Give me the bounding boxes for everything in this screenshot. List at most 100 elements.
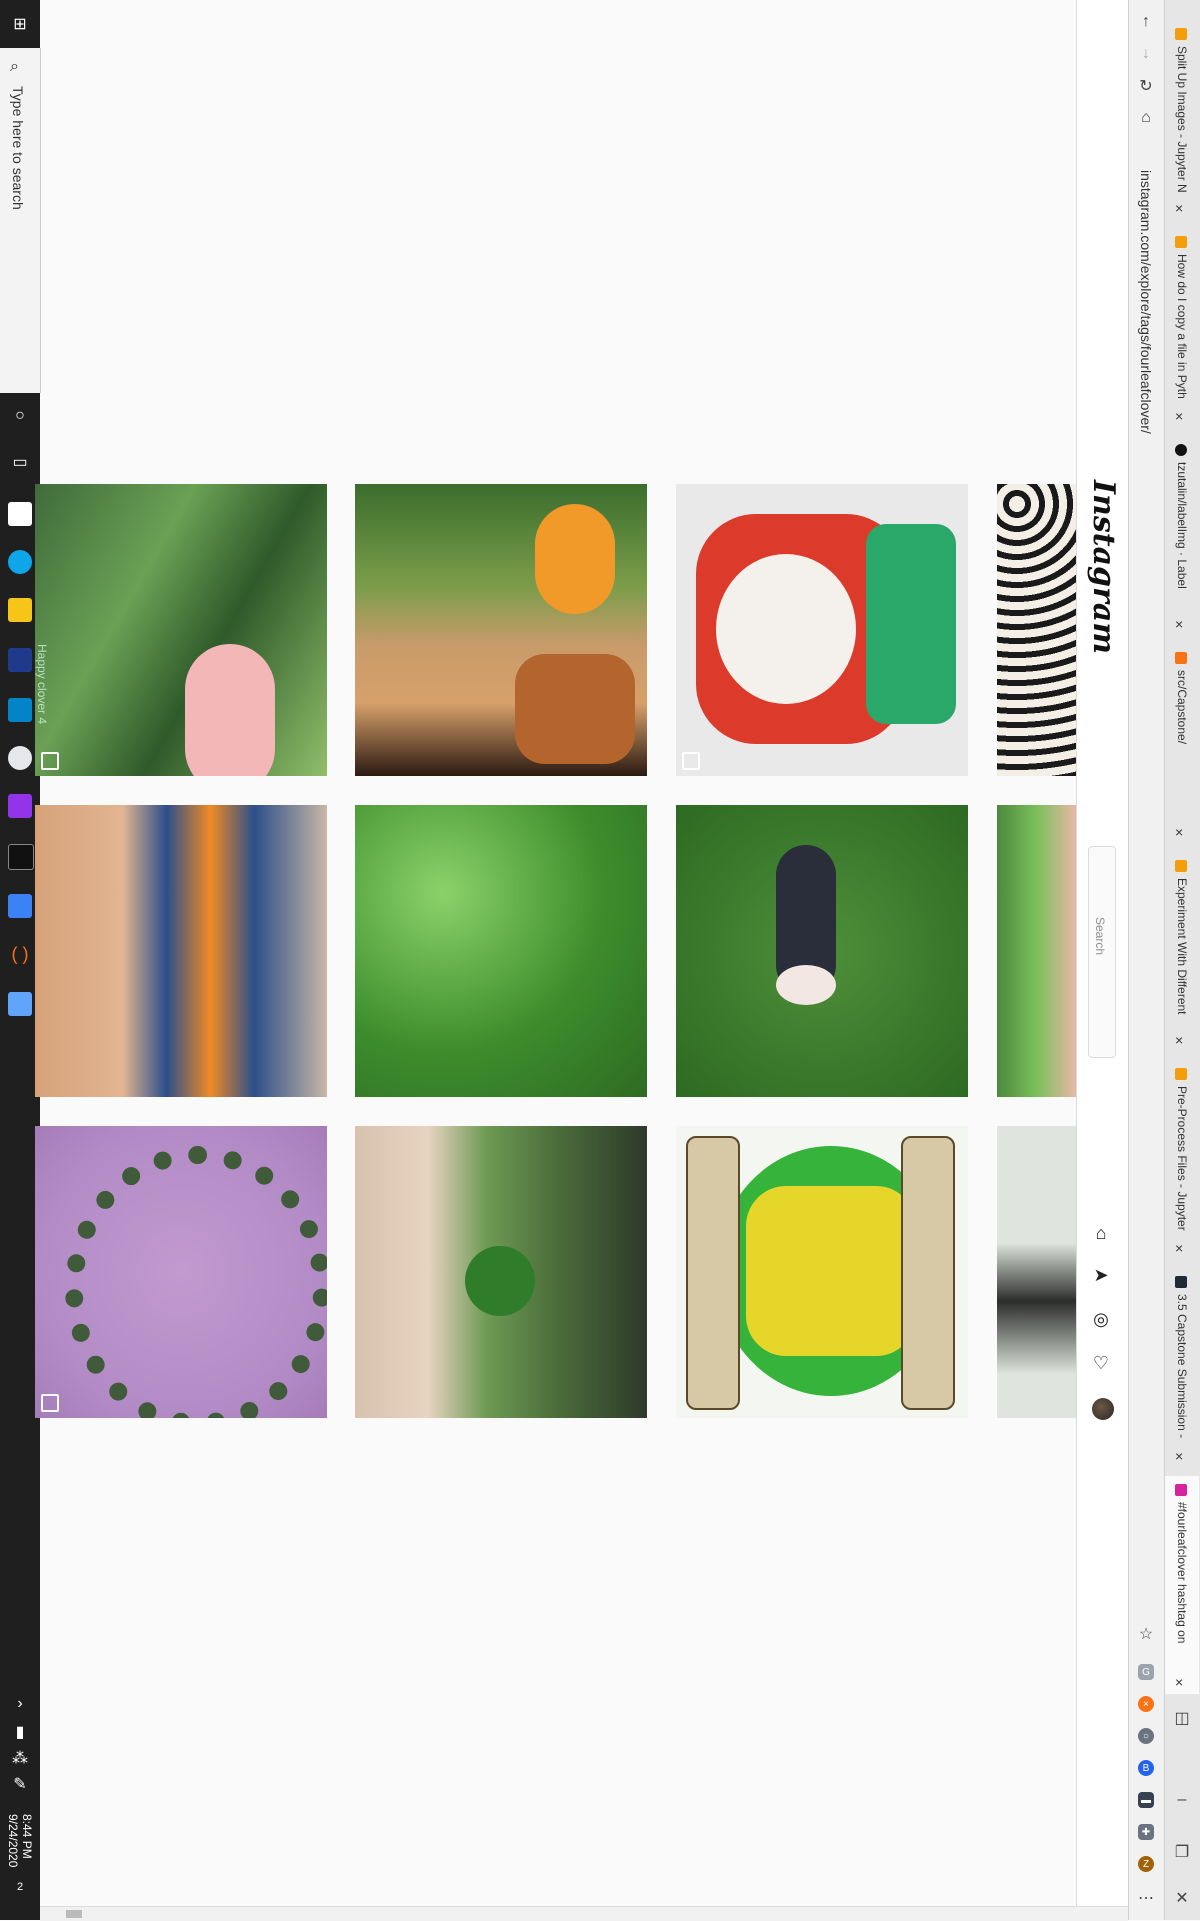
carousel-icon [41,1394,59,1412]
close-icon[interactable]: × [1175,824,1183,840]
close-icon[interactable]: × [1175,200,1183,216]
post-thumbnail[interactable] [676,1126,968,1418]
post-thumbnail[interactable] [676,805,968,1097]
clock-date[interactable]: 9/24/2020 [6,1814,20,1867]
close-icon[interactable]: × [1175,616,1183,632]
action-center-icon[interactable]: 2 [0,1872,40,1902]
clock-time[interactable]: 8:44 PM [20,1814,34,1859]
tab-favicon [1175,652,1187,664]
tab-active[interactable]: #fourleafclover hashtag on × [1165,1476,1199,1694]
edge-icon[interactable] [8,550,32,574]
chevron-up-icon[interactable]: › [0,1692,40,1716]
maximize-icon[interactable]: ❐ [1170,1840,1194,1864]
home-icon[interactable]: ⌂ [1090,1222,1112,1244]
avatar[interactable] [1092,1398,1114,1420]
url-text: instagram.com/explore/tags/fourleafclove… [1138,170,1154,434]
post-thumbnail[interactable] [997,1126,1076,1418]
tab-favicon [1175,1276,1187,1288]
post-thumbnail[interactable] [355,484,647,776]
reload-icon[interactable]: ↻ [1134,74,1158,98]
carousel-icon [682,752,700,770]
carousel-icon [41,752,59,770]
tab-label: tzutalin/labelImg · Label [1175,462,1189,589]
forward-icon[interactable]: ↓ [1134,42,1158,66]
cortana-icon[interactable]: ○ [0,398,40,434]
tab-label: Split Up Images - Jupyter N [1175,46,1189,193]
taskbar: ⊞ ⌕ Type here to search ○ ▭ ( ) › ▮ ⁂ ✎ … [0,0,41,1920]
tab[interactable]: How do I copy a file in Pyth × [1165,228,1199,428]
post-thumbnail[interactable] [35,1126,327,1418]
app-icon-blue[interactable] [8,698,32,722]
extension-circle-icon[interactable]: ○ [1138,1728,1154,1744]
close-window-icon[interactable]: ✕ [1170,1886,1194,1910]
calculator-icon[interactable] [8,992,32,1016]
post-thumbnail[interactable] [997,484,1076,776]
python-icon[interactable] [8,894,32,918]
network-icon[interactable]: ⁂ [0,1746,40,1770]
menu-icon[interactable]: ⋯ [1134,1886,1158,1910]
notification-count: 2 [16,1881,24,1893]
post-thumbnail[interactable] [355,1126,647,1418]
jupyter-icon[interactable]: ( ) [8,944,32,968]
start-button[interactable]: ⊞ [0,6,40,42]
tab[interactable]: src/Capstone/ × [1165,644,1199,844]
tab-label: Pre-Process Files - Jupyter [1175,1086,1189,1231]
tab-label: src/Capstone/ [1175,670,1189,745]
onenote-icon[interactable] [8,794,32,818]
tab-label: How do I copy a file in Pyth [1175,254,1189,399]
scrollbar-thumb[interactable] [66,1910,82,1918]
battery-icon[interactable]: ▮ [0,1720,40,1744]
chrome-icon[interactable] [8,746,32,770]
home-browser-icon[interactable]: ⌂ [1134,106,1158,130]
explore-icon[interactable]: ◎ [1090,1308,1112,1330]
post-thumbnail[interactable] [35,805,327,1097]
extension-g-icon[interactable]: G [1138,1664,1154,1680]
tab-favicon [1175,1484,1187,1496]
tab[interactable]: Experiment With Different × [1165,852,1199,1052]
heart-icon[interactable]: ♡ [1090,1352,1112,1374]
instagram-logo[interactable]: Instagram [1086,480,1121,654]
tab[interactable]: Split Up Images - Jupyter N × [1165,20,1199,220]
pen-icon[interactable]: ✎ [0,1772,40,1796]
restore-window-icon[interactable]: ◫ [1170,1706,1194,1730]
tab-favicon [1175,1068,1187,1080]
tab-favicon [1175,444,1187,456]
tab[interactable]: 3.5 Capstone Submission - × [1165,1268,1199,1468]
tab-favicon [1175,28,1187,40]
close-icon[interactable]: × [1175,1240,1183,1256]
post-thumbnail[interactable] [997,805,1076,1097]
bookmark-star-icon[interactable]: ☆ [1134,1622,1158,1646]
post-thumbnail[interactable]: Happy clover 4 [35,484,327,776]
terminal-icon[interactable] [8,844,34,870]
task-view-icon[interactable]: ▭ [0,444,40,480]
file-explorer-icon[interactable] [8,598,32,622]
address-bar[interactable]: instagram.com/explore/tags/fourleafclove… [1128,160,1164,820]
tab-favicon [1175,860,1187,872]
close-icon[interactable]: × [1175,408,1183,424]
back-icon[interactable]: ↑ [1134,10,1158,34]
post-thumbnail[interactable] [676,484,968,776]
search-icon: ⌕ [10,58,19,75]
puzzle-icon[interactable]: ✚ [1138,1824,1154,1840]
direct-icon[interactable]: ➤ [1090,1264,1112,1286]
tab[interactable]: Pre-Process Files - Jupyter × [1165,1060,1199,1260]
post-thumbnail[interactable] [355,805,647,1097]
minimize-icon[interactable]: – [1170,1788,1194,1812]
photoshop-icon[interactable] [8,648,32,672]
instagram-search-input[interactable]: Search [1088,846,1116,1058]
tab-label: Experiment With Different [1175,878,1189,1015]
tab-label: #fourleafclover hashtag on [1175,1502,1189,1644]
close-icon[interactable]: × [1175,1448,1183,1464]
tab-label: 3.5 Capstone Submission - [1175,1294,1189,1439]
close-icon[interactable]: × [1175,1674,1183,1690]
tab[interactable]: tzutalin/labelImg · Label × [1165,436,1199,636]
profile-icon[interactable]: Z [1138,1856,1154,1872]
extension-b-icon[interactable]: B [1138,1760,1154,1776]
taskbar-search-box[interactable]: ⌕ Type here to search [0,48,41,393]
close-icon[interactable]: × [1175,1032,1183,1048]
microsoft-store-icon[interactable] [8,502,32,526]
extension-dark-icon[interactable]: ▬ [1138,1792,1154,1808]
extension-orange-icon[interactable]: × [1138,1696,1154,1712]
tab-favicon [1175,236,1187,248]
horizontal-scrollbar[interactable] [40,1906,1128,1921]
